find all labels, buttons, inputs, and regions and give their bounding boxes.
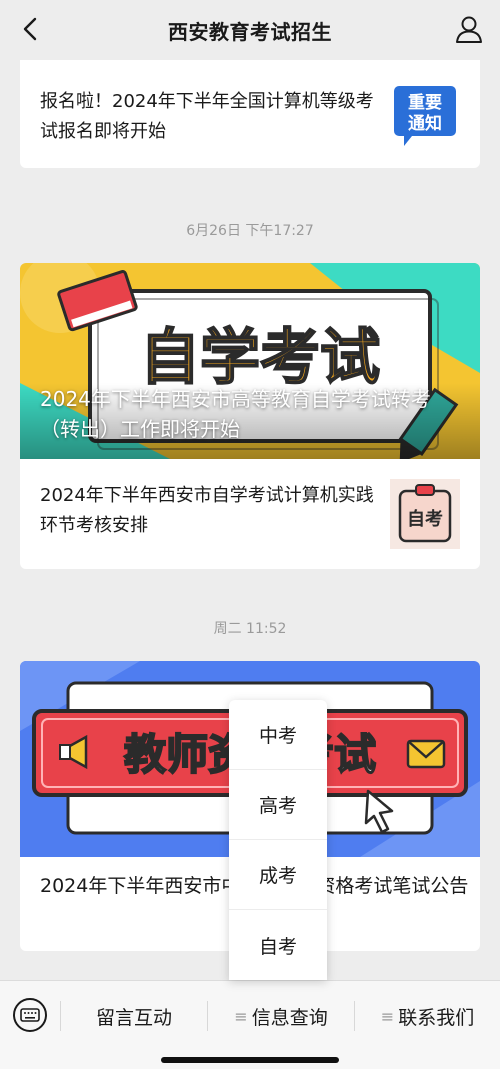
article-thumbnail: 自考 [390,479,460,549]
thumb-text-line1: 重要 [408,92,442,113]
submenu-list-icon: ≡ [234,1006,248,1026]
hero-article-title: 2024年下半年西安市高等教育自学考试转考（转出）工作即将开始 [40,387,431,441]
menu-item-label: 信息查询 [251,1006,328,1029]
profile-icon[interactable] [452,12,486,46]
submenu-item-zikao[interactable]: 自考 [229,910,327,980]
info-query-submenu: 中考 高考 成考 自考 [229,700,327,980]
banner-text: 自学考试 [140,323,380,393]
official-account-menu-bar: 留言互动 ≡ 信息查询 ≡ 联系我们 [0,980,500,1069]
timestamp: 6月26日 下午17:27 [186,223,314,239]
back-arrow-icon[interactable] [14,12,48,46]
thumb-text-line2: 通知 [408,113,442,134]
article-group-card-self-study: 自学考试 2024年下半年西安市高等教育自学考试转考（转出）工作即将开始 202… [20,263,480,569]
article-card-exam-registration[interactable]: 报名啦！2024年下半年全国计算机等级考试报名即将开始 重要 通知 [20,60,480,168]
important-notice-image: 重要 通知 [390,80,460,150]
keyboard-toggle-icon[interactable] [12,997,48,1033]
menu-item-contact-us[interactable]: ≡ 联系我们 [355,995,500,1037]
submenu-item-gaokao[interactable]: 高考 [229,770,327,840]
submenu-list-icon: ≡ [380,1006,395,1026]
timestamp: 周二 11:52 [213,621,287,637]
menu-item-label: 联系我们 [398,1006,475,1029]
menu-item-message-interaction[interactable]: 留言互动 [61,995,207,1037]
article-title: 报名啦！2024年下半年全国计算机等级考试报名即将开始 [40,91,374,142]
menu-item-info-query[interactable]: ≡ 信息查询 [208,995,354,1037]
page-title: 西安教育考试招生 [168,19,332,44]
submenu-item-chengkao[interactable]: 成考 [229,840,327,910]
self-study-clipboard-image: 自考 [390,479,460,549]
article-thumbnail: 重要 通知 [390,80,460,150]
article-title: 2024年下半年西安市自学考试计算机实践环节考核安排 [40,485,374,536]
envelope-icon [406,739,446,769]
menu-item-label: 留言互动 [95,1006,172,1029]
thumb-text: 自考 [407,508,443,530]
home-indicator [161,1057,339,1063]
top-navigation-bar: 西安教育考试招生 [0,0,500,60]
list-item-self-study-practice[interactable]: 2024年下半年西安市自学考试计算机实践环节考核安排 自考 [20,459,480,569]
hero-article-self-study[interactable]: 自学考试 2024年下半年西安市高等教育自学考试转考（转出）工作即将开始 [20,263,480,463]
submenu-item-zhongkao[interactable]: 中考 [229,700,327,770]
